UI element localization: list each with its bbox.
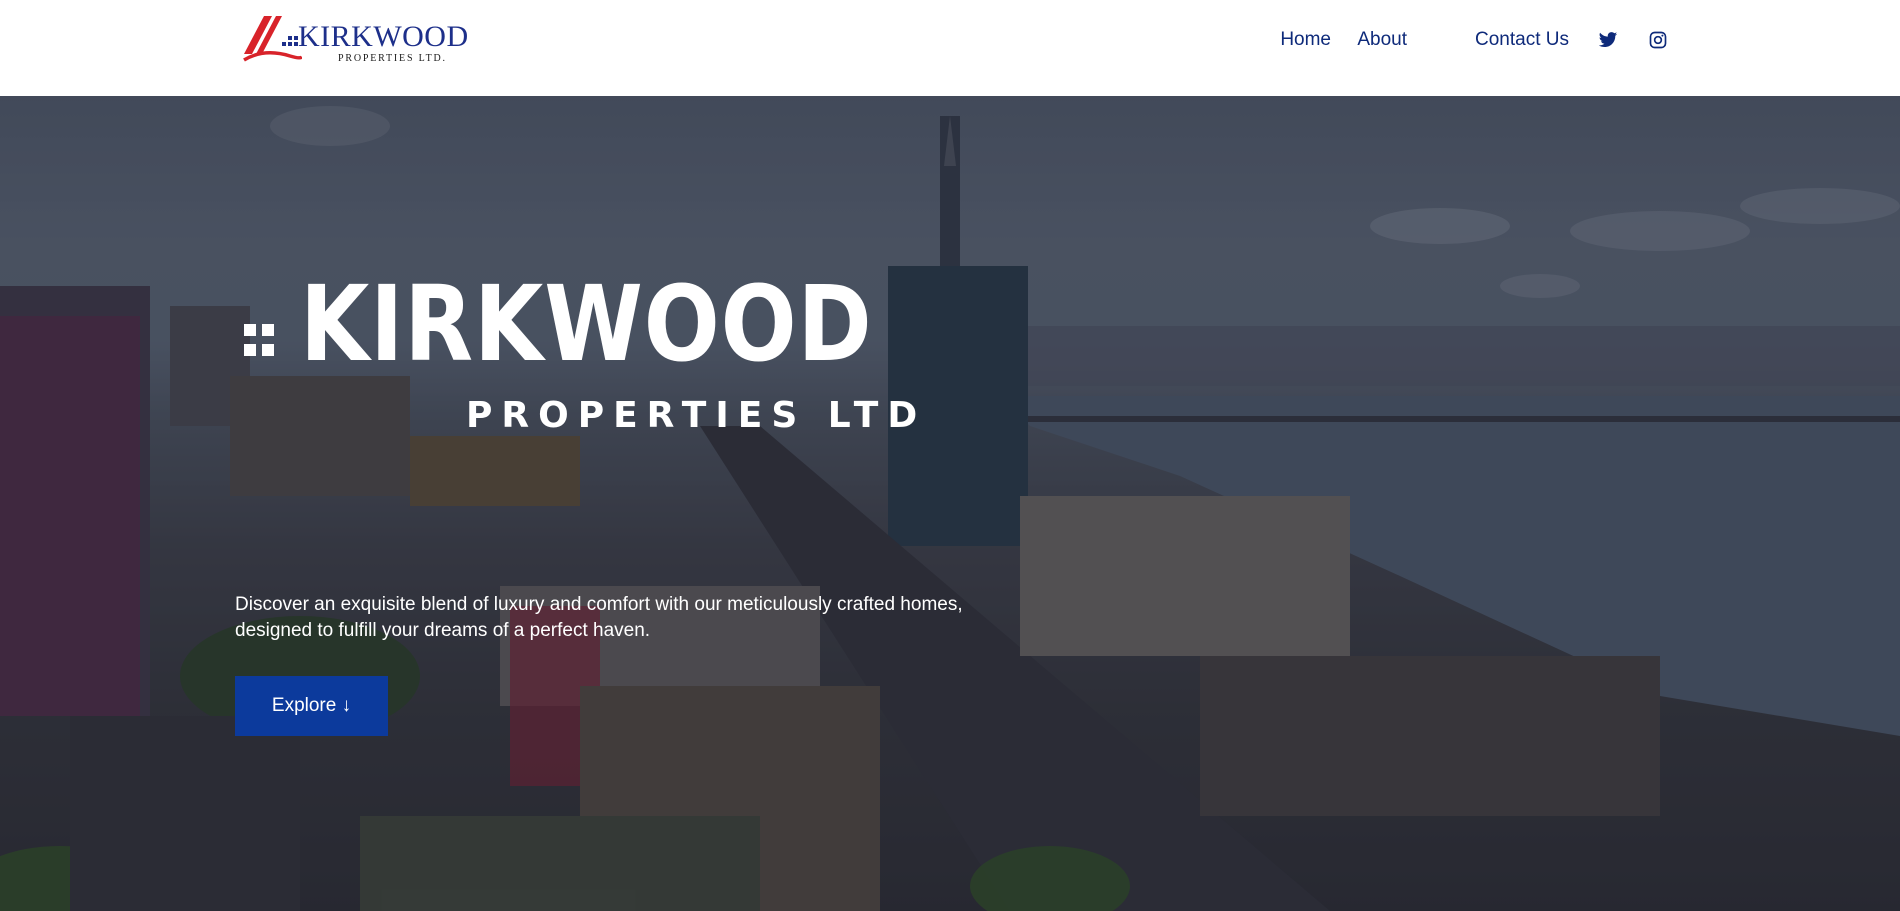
hero-title: KIRKWOOD [300,263,873,385]
instagram-icon[interactable] [1648,30,1668,50]
hero-overlay [0,96,1900,911]
company-logo[interactable]: KIRKWOOD PROPERTIES LTD. [242,14,468,68]
nav-contact-link[interactable]: Contact Us [1475,26,1569,54]
logo-subtitle: PROPERTIES LTD. [338,53,447,64]
site-header: KIRKWOOD PROPERTIES LTD. Home About Cont… [0,0,1900,96]
hero-description: Discover an exquisite blend of luxury an… [235,594,963,641]
hero-section: KIRKWOOD PROPERTIES LTD Discover an exqu… [0,96,1900,911]
nav-about-link[interactable]: About [1357,26,1407,54]
hero-brand: KIRKWOOD PROPERTIES LTD [244,263,917,442]
twitter-icon[interactable] [1598,30,1618,50]
explore-button[interactable]: Explore ↓ [235,676,388,736]
logo-wordmark: KIRKWOOD [298,20,469,53]
nav-home-link[interactable]: Home [1280,26,1331,54]
brand-dots-icon [244,324,274,356]
hero-subtitle: PROPERTIES LTD [466,395,927,436]
logo-roof-icon [243,16,302,62]
